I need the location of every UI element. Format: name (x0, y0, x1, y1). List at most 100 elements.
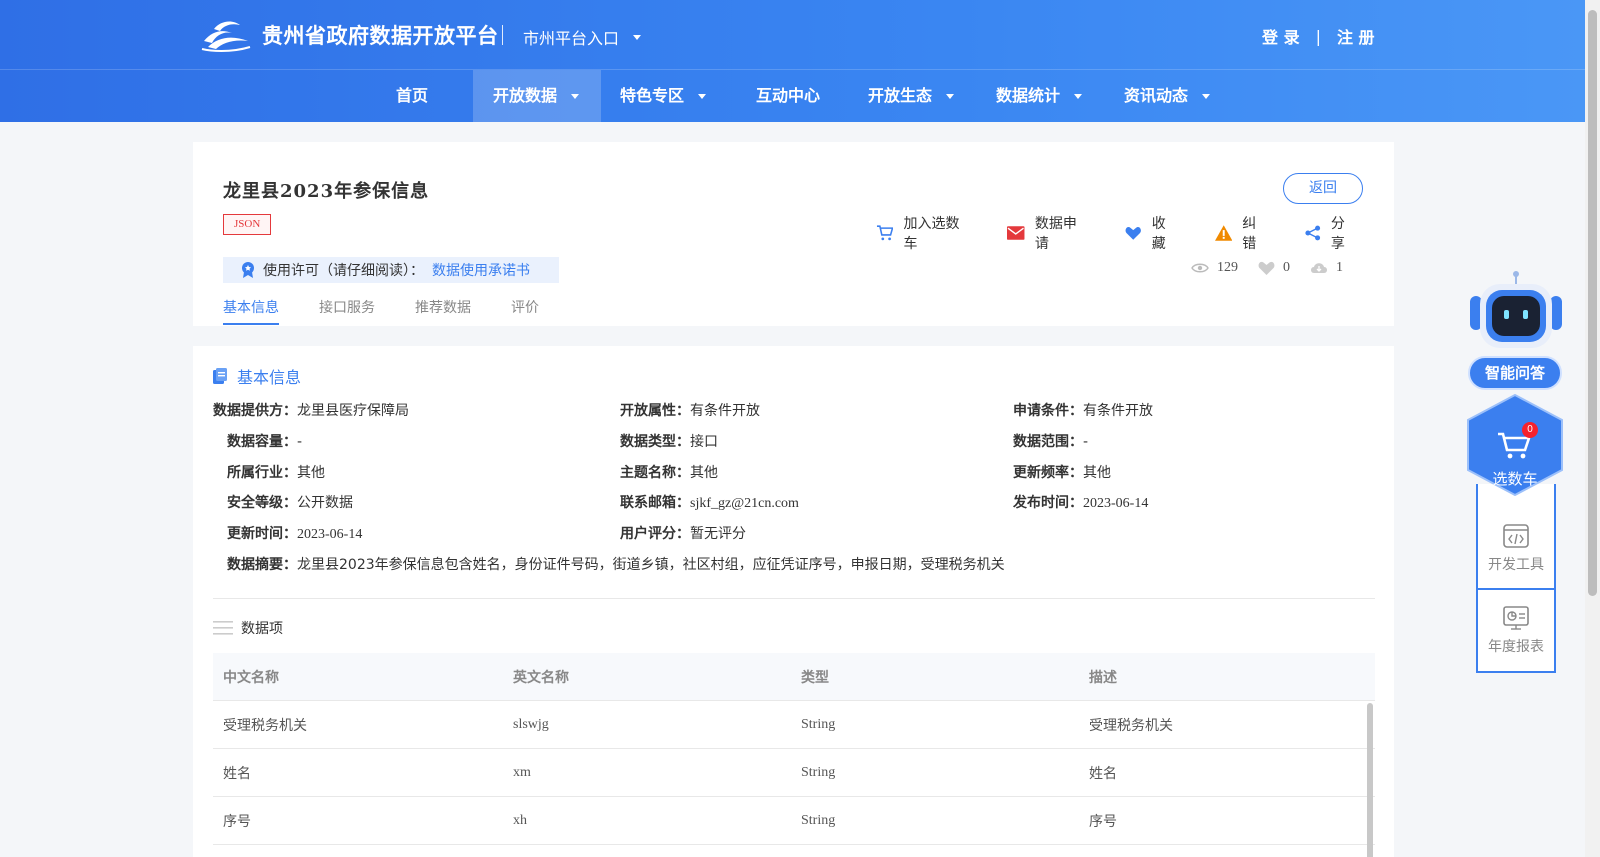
dataset-header-card: 龙里县2023年参保信息 JSON 返回 加入选数车 数据申请 收藏 纠错 分享… (193, 142, 1394, 326)
license-label: 使用许可（请仔细阅读）： (263, 263, 424, 279)
tab-review[interactable]: 评价 (511, 297, 539, 325)
tools-panel: 开发工具 年度报表 (1476, 484, 1556, 673)
share-button[interactable]: 分享 (1305, 213, 1358, 253)
field-value: 龙里县医疗保障局 (297, 403, 409, 419)
table-cell: 序号 (1089, 813, 1117, 830)
downloads-count: 1 (1336, 260, 1343, 275)
heart-icon (1125, 226, 1142, 240)
field-value: 暂无评分 (690, 526, 746, 542)
tab-api-service[interactable]: 接口服务 (319, 297, 375, 325)
license-bar: 使用许可（请仔细阅读）： 数据使用承诺书 (223, 257, 559, 283)
table-cell: slswjg (513, 716, 549, 732)
license-link[interactable]: 数据使用承诺书 (432, 260, 530, 280)
field-value: 其他 (690, 465, 718, 481)
dataset-title: 龙里县2023年参保信息 (223, 181, 430, 202)
field-label: 安全等级： (227, 495, 297, 511)
basic-info-card: 基本信息 数据提供方：龙里县医疗保障局 开放属性：有条件开放 申请条件：有条件开… (193, 346, 1394, 857)
platform-logo-icon[interactable] (200, 17, 252, 53)
table-cell: String (801, 812, 836, 828)
smart-qa-button[interactable]: 智能问答 (1468, 356, 1562, 390)
field-open-attr: 开放属性：有条件开放 (620, 400, 760, 420)
nav-item-ecosystem[interactable]: 开放生态 (868, 70, 955, 122)
table-cell: String (801, 716, 836, 732)
field-value: - (297, 434, 303, 450)
likes-stat: 0 (1258, 260, 1290, 276)
data-items-title: 数据项 (241, 621, 283, 637)
nav-label: 资讯动态 (1124, 86, 1189, 105)
auth-links: 登 录 | 注 册 (1262, 24, 1375, 48)
cart-icon (876, 225, 894, 241)
nav-item-open-data[interactable]: 开放数据 (473, 70, 601, 122)
data-items-heading: 数据项 (213, 618, 283, 638)
section-title: 基本信息 (237, 368, 302, 387)
heart-icon (1258, 261, 1275, 275)
nav-item-statistics[interactable]: 数据统计 (996, 70, 1083, 122)
city-platform-dropdown[interactable]: 市州平台入口 (523, 25, 642, 49)
basic-info-heading: 基本信息 (213, 364, 301, 388)
field-data-type: 数据类型：接口 (620, 431, 718, 451)
nav-label: 数据统计 (996, 86, 1061, 105)
table-row: 姓名 xm String 姓名 (213, 749, 1375, 797)
dataset-actions: 加入选数车 数据申请 收藏 纠错 分享 (876, 213, 1394, 253)
page-scrollbar[interactable] (1585, 0, 1600, 857)
mail-icon (1007, 226, 1025, 240)
chevron-down-icon (633, 34, 642, 40)
field-label: 更新时间： (227, 526, 297, 542)
cart-label: 选数车 (1492, 470, 1538, 488)
field-publish-time: 发布时间：2023-06-14 (1013, 492, 1148, 512)
action-label: 收藏 (1151, 216, 1166, 252)
table-cell: 受理税务机关 (1089, 717, 1173, 734)
table-cell: String (801, 764, 836, 780)
downloads-stat: 1 (1310, 260, 1343, 276)
field-apply-condition: 申请条件：有条件开放 (1013, 400, 1153, 420)
action-label: 加入选数车 (903, 216, 960, 252)
field-label: 数据类型： (620, 434, 690, 450)
action-label: 数据申请 (1034, 216, 1077, 252)
field-security: 安全等级：公开数据 (227, 492, 353, 512)
field-label: 更新频率： (1013, 465, 1083, 481)
views-count: 129 (1217, 260, 1238, 275)
back-button[interactable]: 返回 (1283, 173, 1363, 204)
nav-item-news[interactable]: 资讯动态 (1124, 70, 1211, 122)
column-header: 中文名称 (223, 669, 279, 686)
field-value: 龙里县2023年参保信息包含姓名，身份证件号码，街道乡镇，社区村组，应征凭证序号… (297, 557, 1005, 573)
tab-recommended[interactable]: 推荐数据 (415, 297, 471, 325)
table-row: 受理税务机关 slswjg String 受理税务机关 (213, 701, 1375, 749)
nav-label: 互动中心 (756, 86, 821, 105)
field-scope: 数据范围：- (1013, 431, 1088, 451)
field-label: 用户评分： (620, 526, 690, 542)
cart-count-badge: 0 (1522, 422, 1538, 438)
field-label: 所属行业： (227, 465, 297, 481)
dataset-stats: 129 0 1 (1191, 260, 1363, 276)
field-label: 数据容量： (227, 434, 297, 450)
field-value: 其他 (297, 465, 325, 481)
field-label: 数据范围： (1013, 434, 1083, 450)
field-value: 公开数据 (297, 495, 353, 511)
nav-item-home[interactable]: 首页 (396, 70, 428, 122)
nav-item-featured[interactable]: 特色专区 (620, 70, 707, 122)
nav-item-interaction[interactable]: 互动中心 (756, 70, 820, 122)
register-link[interactable]: 注 册 (1337, 24, 1375, 48)
award-badge-icon (242, 262, 254, 278)
field-provider: 数据提供方：龙里县医疗保障局 (213, 400, 409, 420)
dev-tools-button[interactable]: 开发工具 (1478, 524, 1554, 606)
action-label: 分享 (1330, 216, 1345, 252)
data-apply-button[interactable]: 数据申请 (1007, 213, 1089, 253)
field-label: 数据摘要： (227, 557, 297, 573)
favorite-button[interactable]: 收藏 (1125, 213, 1179, 253)
annual-report-button[interactable]: 年度报表 (1478, 606, 1554, 688)
scrollbar-thumb[interactable] (1588, 10, 1597, 596)
format-tag: JSON (223, 214, 272, 235)
login-link[interactable]: 登 录 (1262, 24, 1300, 48)
table-cell: 受理税务机关 (223, 717, 307, 734)
site-title[interactable]: 贵州省政府数据开放平台 (262, 20, 499, 50)
field-label: 开放属性： (620, 403, 690, 419)
dev-tools-label: 开发工具 (1488, 557, 1544, 573)
tab-basic-info[interactable]: 基本信息 (223, 297, 279, 325)
report-error-button[interactable]: 纠错 (1214, 213, 1270, 253)
cloud-download-icon (1311, 263, 1327, 273)
table-row: 序号 xh String 序号 (213, 797, 1375, 845)
add-to-cart-button[interactable]: 加入选数车 (876, 213, 971, 253)
table-scrollbar[interactable] (1367, 703, 1373, 857)
robot-assistant-icon[interactable] (1468, 270, 1564, 362)
